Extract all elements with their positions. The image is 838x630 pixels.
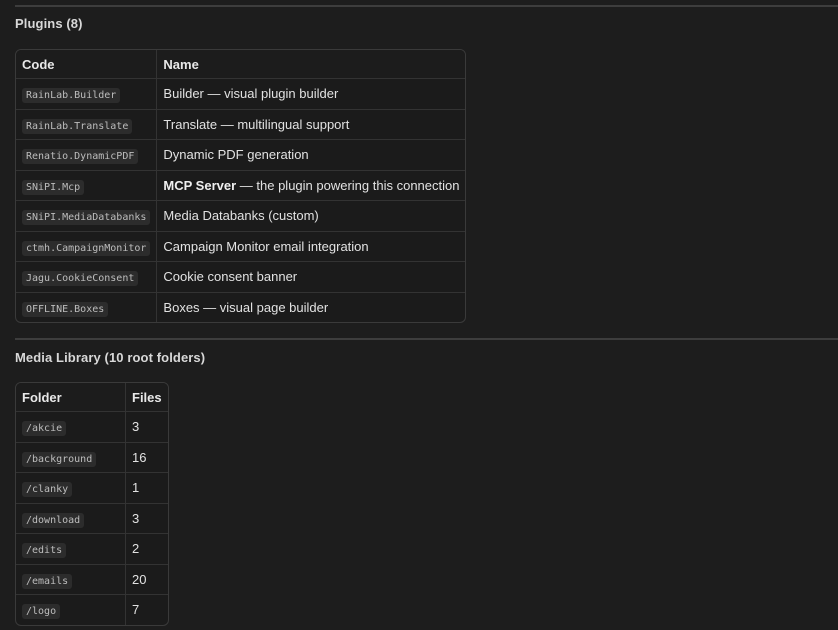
plugin-name: Builder — visual plugin builder [156, 78, 466, 110]
plugin-name: Translate — multilingual support [156, 109, 466, 140]
file-count: 3 [125, 411, 168, 443]
file-count: 2 [125, 533, 168, 565]
table-row: /emails 20 [16, 564, 168, 595]
plugin-code: ctmh.CampaignMonitor [22, 240, 151, 256]
folder-path: /background [22, 451, 97, 467]
folder-path: /logo [22, 604, 61, 620]
plugin-name: Dynamic PDF generation [156, 139, 466, 171]
media-library-heading: Media Library (10 root folders) [15, 350, 206, 365]
plugin-name-rest: — the plugin powering this connection [236, 177, 460, 193]
plugin-name: Boxes — visual page builder [163, 299, 329, 315]
table-row: SNiPI.MediaDatabanks Media Databanks (cu… [16, 200, 466, 232]
plugins-table: Code Name RainLab.Builder Builder — visu… [15, 49, 467, 323]
plugin-code: SNiPI.Mcp [22, 179, 85, 195]
plugin-name: Cookie consent banner [156, 261, 466, 293]
folder-path: /edits [22, 543, 67, 559]
table-row: Jagu.CookieConsent Cookie consent banner [16, 261, 466, 293]
file-count: 20 [125, 564, 168, 595]
plugin-code: Renatio.DynamicPDF [22, 149, 139, 165]
table-row: RainLab.Translate Translate — multilingu… [16, 109, 466, 140]
column-header-folder: Folder [16, 383, 126, 412]
folder-path: /akcie [22, 421, 67, 437]
plugin-name: MCP Server — the plugin powering this co… [156, 170, 466, 201]
table-row: RainLab.Builder Builder — visual plugin … [16, 78, 466, 110]
file-count: 16 [125, 442, 168, 473]
table-row: SNiPI.Mcp MCP Server — the plugin poweri… [16, 170, 466, 201]
table-row: /akcie 3 [16, 411, 168, 443]
plugin-code: RainLab.Translate [22, 118, 133, 134]
chat-content: Plugins (8) Code Name RainLab.Builder Bu… [0, 0, 838, 630]
section-divider [15, 338, 838, 340]
table-row: /clanky 1 [16, 472, 168, 504]
plugin-name-emphasis: MCP Server [163, 177, 237, 193]
table-row: /background 16 [16, 442, 168, 473]
plugin-code: RainLab.Builder [22, 88, 121, 104]
table-row: /logo 7 [16, 594, 168, 625]
folder-path: /emails [22, 573, 73, 589]
file-count: 1 [125, 472, 168, 504]
plugin-code: Jagu.CookieConsent [22, 271, 139, 287]
plugin-code: OFFLINE.Boxes [22, 301, 109, 317]
column-header-code: Code [16, 50, 158, 79]
column-header-files: Files [125, 383, 168, 412]
table-header-row: Folder Files [16, 383, 168, 412]
table-row: OFFLINE.Boxes Boxes — visual page builde… [16, 292, 465, 322]
table-row: ctmh.CampaignMonitor Campaign Monitor em… [16, 231, 466, 262]
column-header-name: Name [156, 50, 466, 79]
table-row: Renatio.DynamicPDF Dynamic PDF generatio… [16, 139, 466, 171]
section-divider [15, 5, 838, 7]
folder-path: /download [22, 512, 85, 528]
table-row: /edits 2 [16, 533, 168, 565]
table-header-row: Code Name [16, 50, 466, 79]
file-count: 7 [132, 602, 140, 618]
plugin-name: Media Databanks (custom) [156, 200, 466, 232]
plugin-name: Campaign Monitor email integration [156, 231, 466, 262]
file-count: 3 [125, 503, 168, 534]
media-table: Folder Files /akcie 3 /background 16 /cl… [15, 382, 169, 626]
plugins-heading: Plugins (8) [15, 16, 83, 31]
table-row: /download 3 [16, 503, 168, 534]
plugin-code: SNiPI.MediaDatabanks [22, 210, 151, 226]
folder-path: /clanky [22, 482, 73, 498]
